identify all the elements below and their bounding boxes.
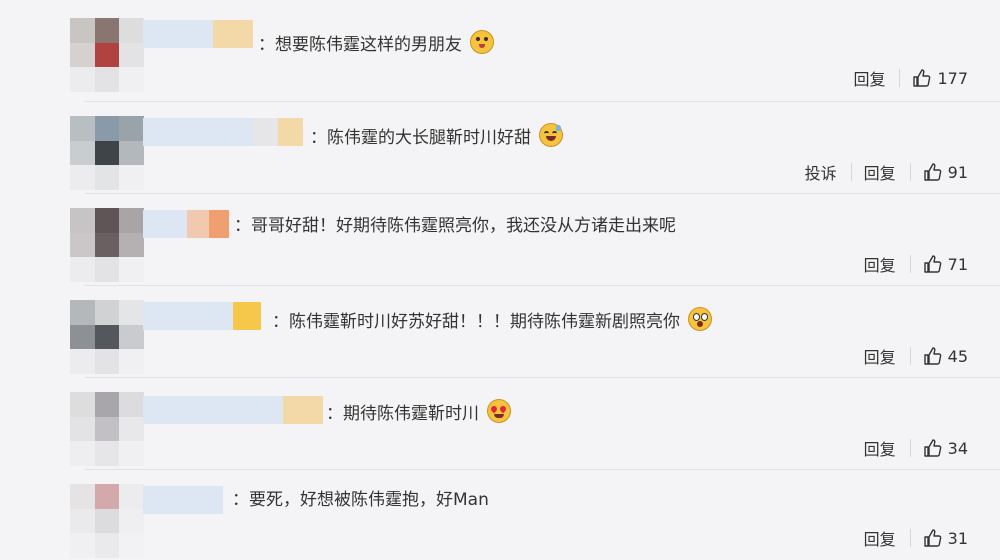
comment-actions: 回复 31 (864, 526, 968, 550)
comment-item: ：期待陈伟霆靳时川 回复 34 (0, 378, 1000, 470)
comment-actions: 投诉 回复 91 (805, 160, 968, 184)
divider (909, 529, 911, 547)
username[interactable] (143, 302, 261, 330)
avatar[interactable] (70, 484, 144, 558)
reply-button[interactable]: 回复 (864, 252, 896, 276)
comment-item: ：陈伟霆靳时川好苏好甜！！！期待陈伟霆新剧照亮你 回复 45 (0, 286, 1000, 378)
sweat-laugh-emoji (539, 123, 564, 147)
divider (909, 439, 911, 457)
divider (850, 163, 852, 181)
like-count: 34 (947, 438, 968, 458)
reply-button[interactable]: 回复 (864, 344, 896, 368)
comment-text: ：要死，好想被陈伟霆抱，好Man (232, 490, 489, 510)
thumbs-up-icon (923, 163, 941, 181)
heart-eyes-emoji (487, 399, 512, 423)
comment-actions: 回复 45 (864, 344, 968, 368)
shocked-face-emoji (688, 307, 713, 331)
avatar[interactable] (70, 18, 144, 92)
divider (899, 69, 901, 87)
reply-button[interactable]: 回复 (853, 66, 885, 90)
username[interactable] (143, 486, 223, 514)
like-button[interactable]: 71 (923, 254, 968, 274)
comment-item: ：想要陈伟霆这样的男朋友 回复 177 (0, 0, 1000, 100)
comment-text: ：想要陈伟霆这样的男朋友 (258, 30, 495, 56)
like-button[interactable]: 45 (923, 346, 968, 366)
comment-actions: 回复 71 (864, 252, 968, 276)
comment-item: ：哥哥好甜！好期待陈伟霆照亮你，我还没从方诸走出来呢 回复 71 (0, 194, 1000, 286)
comment-text: ：期待陈伟霆靳时川 (326, 399, 512, 425)
avatar[interactable] (70, 300, 144, 374)
comment-text: ：哥哥好甜！好期待陈伟霆照亮你，我还没从方诸走出来呢 (234, 216, 676, 236)
comment-actions: 回复 34 (864, 436, 968, 460)
divider (909, 347, 911, 365)
report-button[interactable]: 投诉 (805, 160, 837, 184)
avatar[interactable] (70, 392, 144, 466)
comment-text: ：陈伟霆靳时川好苏好甜！！！期待陈伟霆新剧照亮你 (272, 307, 713, 333)
thumbs-up-icon (913, 69, 931, 87)
reply-button[interactable]: 回复 (864, 526, 896, 550)
reply-button[interactable]: 回复 (864, 436, 896, 460)
like-button[interactable]: 177 (912, 68, 968, 88)
username[interactable] (143, 118, 303, 146)
like-count: 71 (947, 254, 968, 274)
username[interactable] (143, 396, 323, 424)
like-count: 31 (947, 528, 968, 548)
thumbs-up-icon (923, 529, 941, 547)
reply-button[interactable]: 回复 (864, 160, 896, 184)
divider (909, 163, 911, 181)
like-button[interactable]: 31 (923, 528, 968, 548)
thumbs-up-icon (923, 255, 941, 273)
username[interactable] (143, 20, 253, 48)
comment-item: ：要死，好想被陈伟霆抱，好Man 回复 31 (0, 470, 1000, 560)
comment-list: ：想要陈伟霆这样的男朋友 回复 177 ：陈伟霆的大长腿靳时川好甜 投诉 回复 … (0, 0, 1000, 560)
like-button[interactable]: 34 (923, 438, 968, 458)
like-count: 177 (937, 68, 968, 88)
comment-text: ：陈伟霆的大长腿靳时川好甜 (310, 123, 564, 149)
divider (909, 255, 911, 273)
like-count: 91 (947, 162, 968, 182)
cat-face-emoji (470, 30, 495, 54)
like-count: 45 (947, 346, 968, 366)
comment-item: ：陈伟霆的大长腿靳时川好甜 投诉 回复 91 (0, 102, 1000, 194)
thumbs-up-icon (923, 439, 941, 457)
avatar[interactable] (70, 208, 144, 282)
comment-actions: 回复 177 (853, 66, 968, 90)
thumbs-up-icon (923, 347, 941, 365)
like-button[interactable]: 91 (923, 162, 968, 182)
username[interactable] (143, 210, 229, 238)
avatar[interactable] (70, 116, 144, 190)
